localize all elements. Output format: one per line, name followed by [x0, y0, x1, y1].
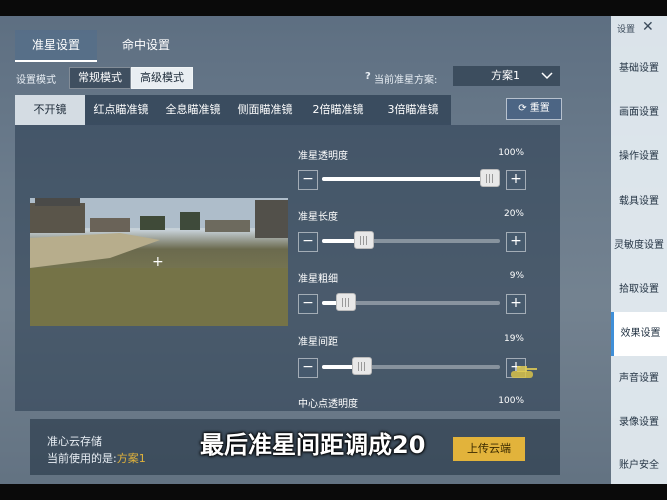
slider-label-thickness: 准星粗细 — [298, 274, 338, 285]
sidebar-item-account[interactable]: 账户安全 — [611, 444, 667, 488]
tab-crosshair-settings[interactable]: 准星设置 — [15, 30, 97, 62]
sidebar-item-sensitivity[interactable]: 灵敏度设置 — [611, 224, 667, 268]
length-slider[interactable] — [322, 231, 500, 249]
sidebar-item-effects[interactable]: 效果设置 — [611, 312, 667, 356]
spacing-minus-button[interactable]: − — [298, 358, 318, 378]
help-icon[interactable]: ? — [365, 71, 371, 82]
sidebar-item-graphics[interactable]: 画面设置 — [611, 91, 667, 135]
scope-tab-red-dot[interactable]: 红点瞄准镜 — [85, 95, 157, 125]
sidebar-item-vehicle[interactable]: 载具设置 — [611, 180, 667, 224]
sidebar-item-basic[interactable]: 基础设置 — [611, 47, 667, 91]
scheme-label: 当前准星方案: — [374, 75, 438, 86]
sidebar-item-controls[interactable]: 操作设置 — [611, 135, 667, 179]
scope-tab-no-scope[interactable]: 不开镜 — [15, 95, 85, 125]
crosshair-icon: + — [152, 254, 164, 270]
cloud-current-label: 当前使用的是:方案1 — [47, 452, 146, 465]
bottom-letterbox — [0, 484, 667, 500]
length-slider-thumb[interactable] — [353, 231, 374, 249]
cloud-current-scheme: 方案1 — [116, 452, 146, 465]
opacity-slider-thumb[interactable] — [480, 169, 500, 187]
top-letterbox — [0, 0, 667, 16]
thickness-slider-thumb[interactable] — [336, 293, 357, 311]
slider-value-opacity: 100% — [498, 148, 524, 158]
thickness-minus-button[interactable]: − — [298, 294, 318, 314]
scope-tab-2x[interactable]: 2倍瞄准镜 — [301, 95, 375, 125]
chevron-down-icon — [541, 72, 553, 80]
center-opacity-label: 中心点透明度 — [298, 399, 358, 410]
slider-value-length: 20% — [503, 209, 524, 219]
scope-tab-side[interactable]: 侧面瞄准镜 — [229, 95, 301, 125]
sidebar-title: 设置 — [617, 25, 636, 35]
length-minus-button[interactable]: − — [298, 232, 318, 252]
thickness-slider[interactable] — [322, 293, 500, 311]
spacing-slider[interactable] — [322, 357, 500, 375]
crosshair-preview-image: + — [30, 198, 288, 326]
slider-label-opacity: 准星透明度 — [298, 151, 348, 162]
refresh-icon: ⟳ — [518, 103, 530, 114]
video-caption: 最后准星间距调成20 — [200, 431, 426, 459]
opacity-plus-button[interactable]: + — [506, 170, 526, 190]
slider-label-spacing: 准星间距 — [298, 337, 338, 348]
scope-tabs: 不开镜 红点瞄准镜 全息瞄准镜 侧面瞄准镜 2倍瞄准镜 3倍瞄准镜 — [15, 95, 451, 125]
opacity-minus-button[interactable]: − — [298, 170, 318, 190]
close-icon[interactable]: ✕ — [642, 19, 654, 35]
slider-value-spacing: 19% — [503, 334, 524, 344]
tank-icon — [511, 366, 537, 378]
slider-value-thickness: 9% — [509, 271, 524, 281]
opacity-slider-fill — [322, 177, 490, 181]
mode-label: 设置模式 — [16, 75, 56, 86]
scheme-value: 方案1 — [491, 69, 520, 82]
advanced-mode-button[interactable]: 高级模式 — [131, 67, 193, 89]
sidebar-item-audio[interactable]: 声音设置 — [611, 357, 667, 401]
scheme-dropdown[interactable]: 方案1 — [453, 66, 560, 86]
reset-button[interactable]: ⟳ 重置 — [506, 98, 562, 120]
length-plus-button[interactable]: + — [506, 232, 526, 252]
sidebar-item-recording[interactable]: 录像设置 — [611, 401, 667, 445]
scope-tab-holographic[interactable]: 全息瞄准镜 — [157, 95, 229, 125]
scope-tab-3x[interactable]: 3倍瞄准镜 — [375, 95, 451, 125]
normal-mode-button[interactable]: 常规模式 — [69, 67, 131, 89]
thickness-plus-button[interactable]: + — [506, 294, 526, 314]
opacity-slider[interactable] — [322, 169, 500, 187]
upload-cloud-button[interactable]: 上传云端 — [453, 437, 525, 461]
cloud-storage-title: 准心云存储 — [47, 435, 102, 448]
tab-hit-settings[interactable]: 命中设置 — [105, 30, 187, 60]
center-opacity-value: 100% — [498, 396, 524, 406]
spacing-slider-thumb[interactable] — [352, 357, 373, 375]
sidebar-item-pickup[interactable]: 拾取设置 — [611, 268, 667, 312]
slider-label-length: 准星长度 — [298, 212, 338, 223]
